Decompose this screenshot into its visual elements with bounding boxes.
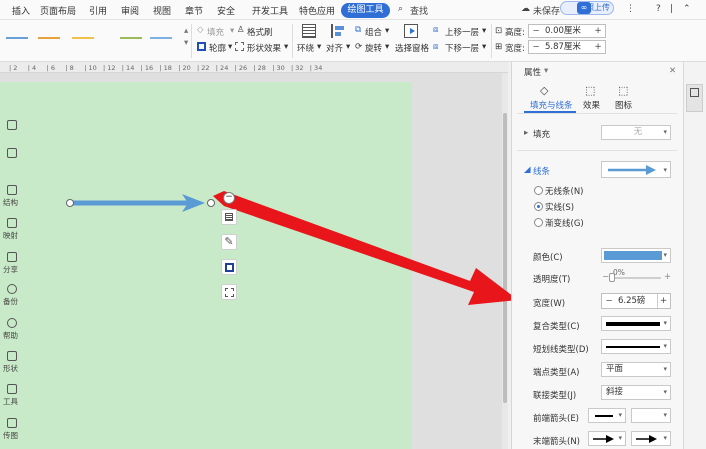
cap-type-dropdown[interactable]: 平面 ▾ <box>601 362 671 377</box>
solid-line-label[interactable]: 实线(S) <box>545 201 574 213</box>
send-image-icon[interactable] <box>7 418 17 428</box>
image-wrap-icon[interactable] <box>221 284 237 300</box>
sidebar-item-send-image[interactable]: 传图 <box>3 430 18 441</box>
line-style-dropdown[interactable]: ▾ <box>601 161 671 178</box>
gradient-line-radio[interactable] <box>534 218 543 227</box>
close-panel-icon[interactable]: ✕ <box>669 66 676 76</box>
sidebar-item-tools[interactable]: 工具 <box>3 396 18 407</box>
tools-icon[interactable] <box>7 384 17 394</box>
line-collapse-icon[interactable]: ◢ <box>524 165 531 175</box>
width-label: 宽度(W) <box>533 299 566 309</box>
join-type-dropdown[interactable]: 斜接 ▾ <box>601 385 671 400</box>
dash-type-label: 短划线类型(D) <box>533 345 589 355</box>
line-preview-arrow-icon <box>608 165 656 175</box>
pen-icon[interactable]: ✎ <box>221 234 237 250</box>
transparency-increase-button[interactable]: + <box>664 272 671 282</box>
solid-line-radio[interactable] <box>534 202 543 211</box>
dash-preview <box>606 346 660 348</box>
begin-arrow-preview <box>595 415 613 417</box>
collapse-icon[interactable]: − <box>223 192 235 204</box>
tab-effects[interactable]: 效果 <box>583 99 600 111</box>
end-arrow-size-dropdown[interactable]: ▾ <box>631 431 671 446</box>
sidebar-item-help[interactable]: 帮助 <box>3 330 18 341</box>
panel-title: 属性 <box>524 68 542 78</box>
properties-icon <box>690 88 699 97</box>
begin-arrow-size-dropdown[interactable]: ▾ <box>631 408 671 423</box>
cap-type-label: 端点类型(A) <box>533 368 580 378</box>
color-swatch <box>604 251 662 260</box>
mapping-icon[interactable] <box>7 218 17 228</box>
fill-dropdown[interactable]: 无 ▾ <box>601 125 671 140</box>
join-type-label: 联接类型(J) <box>533 391 577 401</box>
sidebar-item-share[interactable]: 分享 <box>3 264 18 275</box>
backup-icon[interactable] <box>7 284 17 294</box>
line-width-value[interactable]: 6.25磅 <box>618 294 645 308</box>
structure-icon[interactable] <box>7 185 17 195</box>
sidebar-item-mapping[interactable]: 映射 <box>3 230 18 241</box>
compound-type-dropdown[interactable]: ▾ <box>601 316 671 331</box>
color-dropdown[interactable]: ▾ <box>601 248 671 263</box>
begin-arrow-label: 前端箭头(E) <box>533 414 580 424</box>
transparency-slider[interactable] <box>611 277 661 279</box>
line-width-stepper[interactable]: − 6.25磅 + <box>601 293 671 309</box>
line-section-label: 线条 <box>533 167 551 177</box>
no-line-radio[interactable] <box>534 186 543 195</box>
compound-type-label: 复合类型(C) <box>533 322 580 332</box>
compound-preview <box>606 322 660 326</box>
selection-handle-end[interactable] <box>207 199 215 207</box>
fill-expand-icon[interactable]: ▸ <box>524 128 528 138</box>
dash-type-dropdown[interactable]: ▾ <box>601 339 671 354</box>
layout-options-icon[interactable] <box>221 209 237 225</box>
icon-tab-icon[interactable]: ⬚ <box>618 84 628 97</box>
sidebar-item-shapes[interactable]: 形状 <box>3 363 18 374</box>
end-arrow-preview-icon <box>593 435 614 443</box>
shapes-icon[interactable] <box>7 351 17 361</box>
transparency-slider-knob[interactable] <box>609 273 615 282</box>
right-sidebar <box>683 62 706 449</box>
line-width-decrease-button[interactable]: − <box>603 294 615 308</box>
panel-divider <box>517 150 677 151</box>
share-icon[interactable] <box>7 252 17 262</box>
end-arrow-size-preview-icon <box>636 435 657 443</box>
tab-icon[interactable]: 图标 <box>615 99 632 111</box>
effects-tab-icon[interactable]: ⬚ <box>585 84 595 97</box>
gradient-line-label[interactable]: 渐变线(G) <box>545 217 584 229</box>
color-label: 颜色(C) <box>533 253 563 263</box>
sidebar-icon-2[interactable] <box>7 148 17 158</box>
help-icon[interactable] <box>7 318 17 328</box>
begin-arrow-style-dropdown[interactable]: ▾ <box>588 408 626 423</box>
no-line-label[interactable]: 无线条(N) <box>545 185 584 197</box>
sidebar-icon-1[interactable] <box>7 120 17 130</box>
tab-fill-and-line[interactable]: 填充与线条 <box>530 99 573 111</box>
line-width-increase-button[interactable]: + <box>657 294 669 308</box>
selection-handle-start[interactable] <box>66 199 74 207</box>
panel-menu-icon[interactable]: ▾ <box>544 66 548 76</box>
end-arrow-style-dropdown[interactable]: ▾ <box>588 431 626 446</box>
fill-label: 填充 <box>533 130 551 140</box>
annotation-arrow <box>213 191 518 305</box>
fill-line-tab-icon[interactable]: ◇ <box>540 84 548 97</box>
panel-divider <box>517 113 677 114</box>
sidebar-item-backup[interactable]: 备份 <box>3 296 18 307</box>
sidebar-item-structure[interactable]: 结构 <box>3 197 18 208</box>
border-style-icon[interactable] <box>221 259 237 275</box>
sidebar-active-item[interactable] <box>686 84 703 112</box>
end-arrow-label: 末端箭头(N) <box>533 437 580 447</box>
transparency-label: 透明度(T) <box>533 275 571 285</box>
